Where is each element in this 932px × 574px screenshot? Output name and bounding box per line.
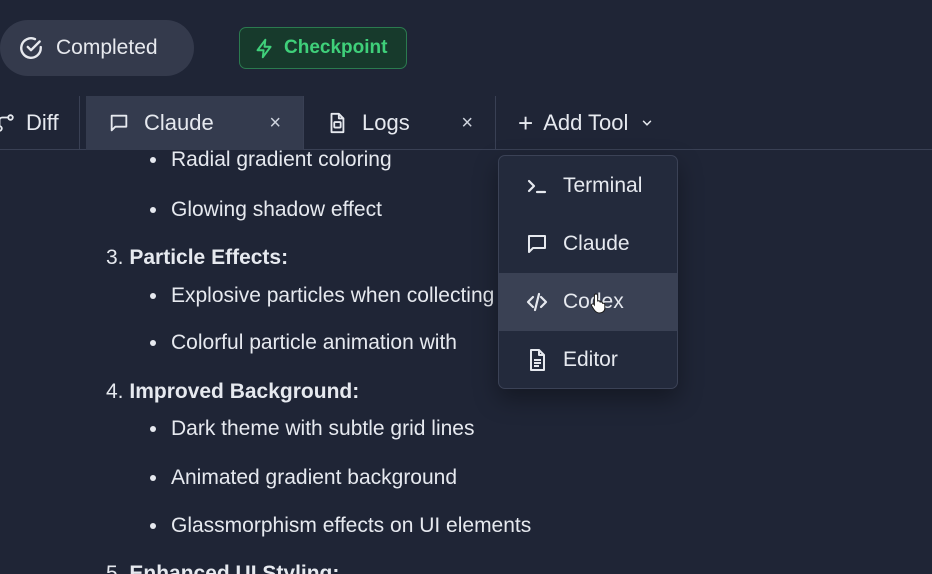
list-item: Animated gradient background: [150, 466, 457, 490]
tool-tab-bar: Diff Claude × Logs × + Add Tool: [0, 96, 932, 150]
list-item: Radial gradient coloring: [150, 150, 392, 172]
completed-label: Completed: [56, 36, 158, 59]
log-file-icon: [330, 112, 345, 134]
code-icon: [526, 292, 548, 312]
tab-logs-label: Logs: [362, 110, 410, 135]
menu-item-label: Terminal: [563, 174, 643, 197]
document-icon: [530, 349, 545, 371]
section-heading: 4. Improved Background:: [106, 380, 360, 403]
chevron-down-icon: [643, 120, 652, 126]
tab-claude-label: Claude: [144, 110, 214, 135]
tab-diff[interactable]: Diff: [0, 96, 80, 150]
status-row: Completed Checkpoint: [0, 20, 932, 76]
completed-status-pill[interactable]: Completed: [0, 20, 194, 76]
checkpoint-label: Checkpoint: [284, 37, 388, 58]
tab-claude[interactable]: Claude ×: [86, 96, 304, 150]
hand-cursor-icon: [590, 293, 606, 314]
menu-item-label: Editor: [563, 348, 618, 371]
list-item: Dark theme with subtle grid lines: [150, 417, 474, 441]
plus-icon: +: [518, 108, 534, 138]
list-item: Explosive particles when collecting: [150, 284, 494, 308]
claude-output: Radial gradient coloring Glowing shadow …: [0, 150, 932, 574]
menu-item-terminal[interactable]: Terminal: [499, 157, 677, 215]
tab-diff-label: Diff: [26, 110, 59, 135]
list-item: Glassmorphism effects on UI elements: [150, 514, 531, 538]
close-icon[interactable]: ×: [461, 112, 473, 135]
menu-item-editor[interactable]: Editor: [499, 331, 677, 389]
tab-logs[interactable]: Logs ×: [304, 96, 496, 150]
chat-icon: [528, 235, 546, 253]
section-heading: 5. Enhanced UI Styling:: [106, 562, 340, 574]
close-icon[interactable]: ×: [269, 112, 281, 135]
chat-icon: [110, 114, 128, 132]
check-circle-icon: [20, 37, 42, 59]
list-item: Colorful particle animation with: [150, 331, 457, 355]
branch-icon: [0, 114, 14, 132]
terminal-icon: [527, 179, 547, 194]
lightning-icon: [256, 38, 272, 58]
add-tool-label: Add Tool: [543, 110, 629, 135]
add-tool-button[interactable]: + Add Tool: [518, 96, 654, 150]
add-tool-menu: Terminal Claude Codex Editor: [498, 155, 678, 389]
menu-item-codex[interactable]: Codex: [499, 273, 677, 331]
checkpoint-button[interactable]: Checkpoint: [239, 27, 407, 69]
section-heading: 3. Particle Effects:: [106, 246, 289, 269]
menu-item-label: Claude: [563, 232, 630, 255]
menu-item-claude[interactable]: Claude: [499, 215, 677, 273]
list-item: Glowing shadow effect: [150, 198, 382, 222]
